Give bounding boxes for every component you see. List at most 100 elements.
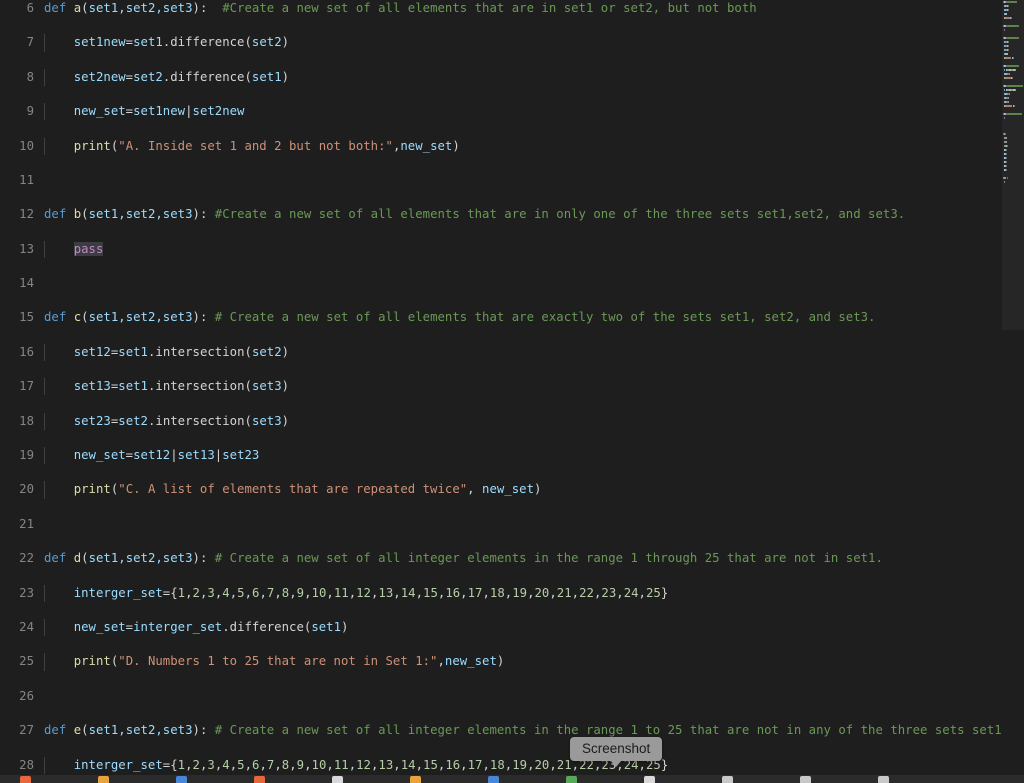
code-token: 3 <box>207 757 215 772</box>
code-line[interactable]: 11 <box>0 172 1024 189</box>
taskbar-icon[interactable] <box>722 776 733 783</box>
code-line[interactable]: 26 <box>0 688 1024 705</box>
taskbar-icon[interactable] <box>254 776 265 783</box>
line-number: 25 <box>19 654 34 669</box>
code-line[interactable]: 27 def e(set1,set2,set3): # Create a new … <box>0 722 1024 739</box>
code-token: "D. Numbers 1 to 25 that are not in Set … <box>118 654 438 669</box>
indent-guide <box>44 481 45 499</box>
code-line[interactable]: 25 print("D. Numbers 1 to 25 that are no… <box>0 653 1024 671</box>
code-line[interactable]: 24 new_set=interger_set.difference(set1) <box>0 618 1024 637</box>
code-token: , <box>482 585 490 600</box>
code-token: 20 <box>534 757 550 772</box>
code-token: 22 <box>579 585 594 600</box>
minimap-segment <box>1004 133 1006 135</box>
code-token: , <box>185 585 193 600</box>
code-token: def <box>44 207 74 222</box>
minimap-segment <box>1008 97 1009 99</box>
code-line[interactable]: 13 pass <box>0 240 1024 258</box>
editor-minimap[interactable] <box>1001 0 1024 783</box>
code-line[interactable]: 16 set12=set1.intersection(set2) <box>0 343 1024 362</box>
minimap-segment <box>1004 181 1005 183</box>
code-line[interactable]: 23 interger_set={1,2,3,4,5,6,7,8,9,10,11… <box>0 584 1024 602</box>
code-line[interactable]: 6 def a(set1,set2,set3): #Create a new se… <box>0 0 1024 17</box>
code-line[interactable]: 18 set23=set2.intersection(set3) <box>0 412 1024 430</box>
code-token: , <box>289 757 297 772</box>
code-token: def <box>44 551 74 566</box>
taskbar-icon[interactable] <box>488 776 499 783</box>
taskbar-icon[interactable] <box>878 776 889 783</box>
code-line[interactable]: 14 <box>0 275 1024 292</box>
minimap-segment <box>1004 17 1010 19</box>
minimap-segment <box>1003 117 1005 119</box>
code-line[interactable]: 22 def d(set1,set2,set3): # Create a new … <box>0 550 1024 567</box>
taskbar-icon[interactable] <box>20 776 31 783</box>
code-token: new_set <box>482 482 534 497</box>
code-token: 11 <box>333 585 349 600</box>
taskbar-icon[interactable] <box>332 776 343 783</box>
code-token: ={ <box>162 757 178 772</box>
line-number: 11 <box>19 172 34 187</box>
code-line[interactable]: 8 set2new=set2.difference(set1) <box>0 68 1024 86</box>
taskbar-icon[interactable] <box>644 776 655 783</box>
code-token: } <box>660 757 669 772</box>
code-token: ) <box>452 138 460 153</box>
taskbar-icon[interactable] <box>566 776 577 783</box>
code-token: 12 <box>356 585 371 600</box>
code-line[interactable]: 19 new_set=set12|set13|set23 <box>0 447 1024 465</box>
editor-code-area[interactable]: 6 def a(set1,set2,set3): #Create a new se… <box>0 0 1024 783</box>
code-token: ( <box>81 310 89 325</box>
code-line[interactable]: 21 <box>0 516 1024 533</box>
indent-guide <box>44 653 45 671</box>
code-token: ) <box>281 413 290 428</box>
code-token: 13 <box>378 585 394 600</box>
taskbar[interactable] <box>0 775 1024 783</box>
code-token: 15 <box>423 757 438 772</box>
minimap-segment <box>1006 137 1007 139</box>
taskbar-icon[interactable] <box>410 776 421 783</box>
line-text: pass <box>44 241 104 256</box>
line-text: print("D. Numbers 1 to 25 that are not i… <box>44 654 505 669</box>
code-line[interactable]: 28 interger_set={1,2,3,4,5,6,7,8,9,10,11… <box>0 756 1024 774</box>
taskbar-icon[interactable] <box>98 776 109 783</box>
minimap-segment <box>1007 49 1009 51</box>
code-line[interactable]: 20 print("C. A list of elements that are… <box>0 481 1024 499</box>
minimap-segment <box>1006 141 1007 143</box>
code-line[interactable]: 17 set13=set1.intersection(set3) <box>0 378 1024 396</box>
code-token: set1 <box>133 35 163 50</box>
code-token: 5 <box>237 757 245 772</box>
line-number: 24 <box>19 619 34 634</box>
code-line[interactable]: 9 new_set=set1new|set2new <box>0 103 1024 121</box>
line-number: 18 <box>19 413 34 428</box>
minimap-segment <box>1006 1 1017 3</box>
code-token: , <box>326 585 334 600</box>
code-token: set1,set2,set3 <box>88 723 193 738</box>
code-editor[interactable]: 6 def a(set1,set2,set3): #Create a new se… <box>0 0 1024 783</box>
screenshot-tooltip: Screenshot <box>570 737 663 767</box>
code-token: | <box>170 448 178 463</box>
minimap-segment <box>1006 161 1007 163</box>
code-token: ) <box>281 379 290 394</box>
code-token: 21 <box>556 757 572 772</box>
code-token: ): <box>192 207 215 222</box>
code-token: = <box>125 69 134 84</box>
code-token: set2 <box>118 413 148 428</box>
code-token: new_set <box>73 619 126 634</box>
code-line[interactable]: 10 print("A. Inside set 1 and 2 but not … <box>0 137 1024 155</box>
code-token: set2 <box>251 344 282 359</box>
code-token: "A. Inside set 1 and 2 but not both:" <box>118 138 393 153</box>
code-token: new_set <box>73 448 126 463</box>
code-line[interactable]: 12 def b(set1,set2,set3): #Create a new s… <box>0 206 1024 223</box>
line-text: new_set=interger_set.difference(set1) <box>44 619 349 634</box>
code-line[interactable]: 7 set1new=set1.difference(set2) <box>0 34 1024 52</box>
code-token: 24 <box>623 585 639 600</box>
line-text: set2new=set2.difference(set1) <box>44 70 289 84</box>
taskbar-icon[interactable] <box>176 776 187 783</box>
minimap-segment <box>1006 149 1007 151</box>
taskbar-icon[interactable] <box>800 776 811 783</box>
code-token: set1,set2,set3 <box>88 551 193 566</box>
code-line[interactable]: 15 def c(set1,set2,set3): # Create a new … <box>0 309 1024 326</box>
code-token: set1,set2,set3 <box>88 310 193 325</box>
